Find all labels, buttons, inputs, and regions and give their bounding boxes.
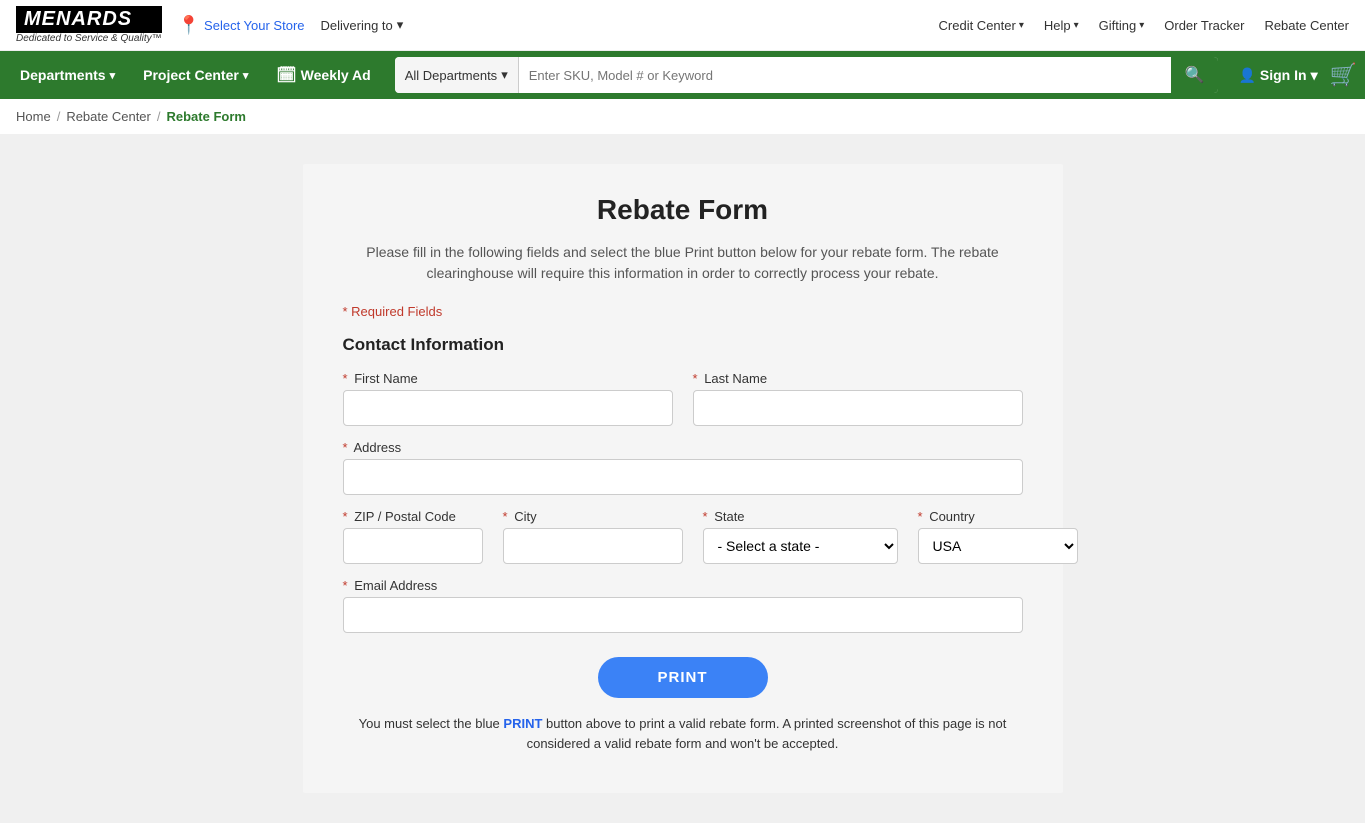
print-btn-container: PRINT bbox=[343, 657, 1023, 698]
order-tracker-link[interactable]: Order Tracker bbox=[1164, 18, 1244, 33]
last-name-label: * Last Name bbox=[693, 371, 1023, 386]
logo: MENARDS bbox=[16, 6, 162, 33]
store-select-label: Select Your Store bbox=[204, 18, 304, 33]
delivering-to-label: Delivering to bbox=[321, 18, 393, 33]
breadcrumb: Home / Rebate Center / Rebate Form bbox=[0, 99, 1365, 134]
chevron-down-icon: ▾ bbox=[501, 67, 508, 83]
breadcrumb-current: Rebate Form bbox=[167, 109, 246, 124]
weekly-ad-label: Weekly Ad bbox=[301, 67, 371, 83]
required-star: * bbox=[503, 509, 508, 524]
signin-area[interactable]: 👤 Sign In ▾ bbox=[1230, 67, 1325, 84]
zip-input[interactable] bbox=[343, 528, 483, 564]
top-bar: MENARDS Dedicated to Service & Quality™ … bbox=[0, 0, 1365, 51]
city-field: * City bbox=[503, 509, 683, 564]
store-select[interactable]: 📍 Select Your Store bbox=[178, 15, 305, 36]
breadcrumb-home[interactable]: Home bbox=[16, 109, 51, 124]
user-icon: 👤 bbox=[1238, 67, 1255, 84]
required-star: * bbox=[343, 509, 348, 524]
chevron-down-icon: ▾ bbox=[1311, 67, 1318, 84]
weekly-ad-icon: 🗓 bbox=[276, 65, 296, 85]
print-button[interactable]: PRINT bbox=[598, 657, 768, 698]
pin-icon: 📍 bbox=[178, 15, 200, 36]
cart-icon[interactable]: 🛒 bbox=[1330, 62, 1357, 88]
country-field: * Country USA Canada bbox=[918, 509, 1078, 564]
address-field: * Address bbox=[343, 440, 1023, 495]
country-label: * Country bbox=[918, 509, 1078, 524]
print-note: You must select the blue PRINT button ab… bbox=[343, 714, 1023, 753]
logo-tagline: Dedicated to Service & Quality™ bbox=[16, 33, 162, 44]
country-select[interactable]: USA Canada bbox=[918, 528, 1078, 564]
credit-center-link[interactable]: Credit Center ▾ bbox=[939, 18, 1024, 33]
help-link[interactable]: Help ▾ bbox=[1044, 18, 1079, 33]
chevron-down-icon: ▾ bbox=[110, 69, 116, 82]
project-center-nav[interactable]: Project Center ▾ bbox=[131, 51, 260, 99]
city-label: * City bbox=[503, 509, 683, 524]
first-name-label: * First Name bbox=[343, 371, 673, 386]
logo-area: MENARDS Dedicated to Service & Quality™ bbox=[16, 6, 162, 44]
address-label: * Address bbox=[343, 440, 1023, 455]
delivering-to[interactable]: Delivering to ▾ bbox=[321, 17, 404, 33]
required-star: * bbox=[703, 509, 708, 524]
top-bar-right: Credit Center ▾ Help ▾ Gifting ▾ Order T… bbox=[939, 18, 1349, 33]
search-dept-select[interactable]: All Departments ▾ bbox=[395, 57, 519, 93]
zip-label: * ZIP / Postal Code bbox=[343, 509, 483, 524]
departments-nav[interactable]: Departments ▾ bbox=[8, 51, 127, 99]
chevron-down-icon: ▾ bbox=[1019, 20, 1024, 31]
name-row: * First Name * Last Name bbox=[343, 371, 1023, 426]
email-label: * Email Address bbox=[343, 578, 1023, 593]
project-center-label: Project Center bbox=[143, 67, 239, 83]
chevron-down-icon: ▾ bbox=[243, 69, 249, 82]
required-note: * Required Fields bbox=[343, 304, 1023, 319]
first-name-field: * First Name bbox=[343, 371, 673, 426]
form-title: Rebate Form bbox=[343, 194, 1023, 226]
state-label: * State bbox=[703, 509, 898, 524]
required-star: * bbox=[693, 371, 698, 386]
search-button[interactable]: 🔍 bbox=[1171, 57, 1219, 93]
address-row: * Address bbox=[343, 440, 1023, 495]
email-field: * Email Address bbox=[343, 578, 1023, 633]
rebate-center-link[interactable]: Rebate Center bbox=[1264, 18, 1349, 33]
required-star: * bbox=[343, 578, 348, 593]
required-star: * bbox=[343, 371, 348, 386]
chevron-down-icon: ▾ bbox=[1139, 20, 1144, 31]
email-input[interactable] bbox=[343, 597, 1023, 633]
breadcrumb-rebate-center[interactable]: Rebate Center bbox=[66, 109, 151, 124]
zip-field: * ZIP / Postal Code bbox=[343, 509, 483, 564]
email-row: * Email Address bbox=[343, 578, 1023, 633]
state-field: * State - Select a state - Alabama Alask… bbox=[703, 509, 898, 564]
weekly-ad-nav[interactable]: 🗓 Weekly Ad bbox=[264, 51, 382, 99]
signin-label: Sign In bbox=[1260, 67, 1307, 83]
state-select[interactable]: - Select a state - Alabama Alaska Arizon… bbox=[703, 528, 898, 564]
search-dept-label: All Departments bbox=[405, 68, 497, 83]
city-input[interactable] bbox=[503, 528, 683, 564]
rebate-form-container: Rebate Form Please fill in the following… bbox=[303, 164, 1063, 793]
main-content: Rebate Form Please fill in the following… bbox=[0, 134, 1365, 823]
breadcrumb-separator: / bbox=[57, 109, 61, 124]
search-bar: All Departments ▾ 🔍 bbox=[395, 57, 1219, 93]
location-row: * ZIP / Postal Code * City * State - Sel bbox=[343, 509, 1023, 564]
chevron-down-icon: ▾ bbox=[1074, 20, 1079, 31]
top-bar-left: MENARDS Dedicated to Service & Quality™ … bbox=[16, 6, 403, 44]
form-description: Please fill in the following fields and … bbox=[343, 242, 1023, 284]
required-star: * bbox=[343, 440, 348, 455]
breadcrumb-separator: / bbox=[157, 109, 161, 124]
contact-info-section-title: Contact Information bbox=[343, 335, 1023, 355]
address-input[interactable] bbox=[343, 459, 1023, 495]
last-name-input[interactable] bbox=[693, 390, 1023, 426]
chevron-down-icon: ▾ bbox=[397, 17, 404, 33]
last-name-field: * Last Name bbox=[693, 371, 1023, 426]
departments-label: Departments bbox=[20, 67, 106, 83]
nav-bar: Departments ▾ Project Center ▾ 🗓 Weekly … bbox=[0, 51, 1365, 99]
required-star: * bbox=[918, 509, 923, 524]
search-input[interactable] bbox=[519, 68, 1171, 83]
gifting-link[interactable]: Gifting ▾ bbox=[1099, 18, 1145, 33]
first-name-input[interactable] bbox=[343, 390, 673, 426]
